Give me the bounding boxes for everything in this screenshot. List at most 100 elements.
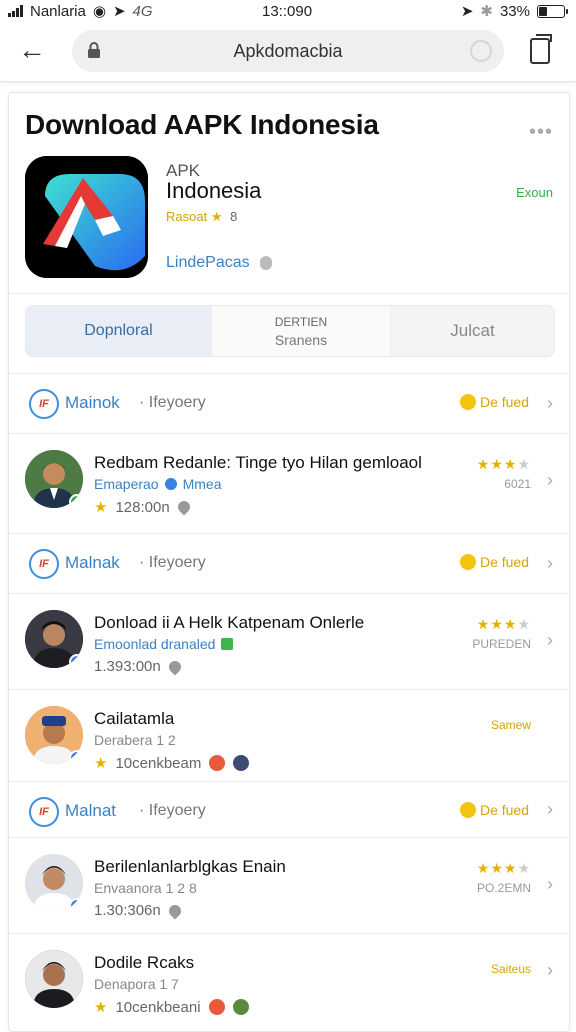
- chevron-right-icon[interactable]: ›: [547, 960, 553, 981]
- chevron-right-icon[interactable]: ›: [547, 630, 553, 651]
- rating-count: PUREDEN: [472, 637, 531, 651]
- list-item[interactable]: Cailatamla Derabera 1 2 ★ 10cenkbeam Same…: [9, 689, 569, 781]
- item-meta: 1.30:306n: [94, 902, 184, 919]
- emoji-icon: [208, 999, 225, 1015]
- badge-dot-icon: [459, 802, 476, 818]
- item-tag: Saiteus: [490, 962, 531, 976]
- item-title: Redbam Redanle: Tinge tyo Hilan gemloaol: [94, 453, 422, 472]
- item-subtitle: Emaperao Mmea: [94, 476, 222, 492]
- address-bar[interactable]: Apkdomacbia: [72, 30, 504, 72]
- rating-count: 6021: [504, 477, 531, 491]
- chevron-right-icon[interactable]: ›: [547, 553, 553, 574]
- item-meta: 1.393:00n: [94, 658, 184, 675]
- chevron-right-icon[interactable]: ›: [547, 393, 553, 414]
- chevron-right-icon[interactable]: ›: [547, 470, 553, 491]
- app-rating: Rasoat ★ 8: [166, 209, 238, 224]
- emoji-icon: [233, 755, 250, 771]
- rating-count: PO.2EMN: [476, 881, 531, 895]
- tab-details[interactable]: DERTIEN Sranens: [211, 306, 391, 356]
- more-options-icon[interactable]: •••: [529, 121, 553, 144]
- item-title: Cailatamla: [94, 709, 175, 728]
- star-icon: ★: [94, 999, 108, 1016]
- verified-icon: [69, 654, 83, 668]
- shield-icon: [221, 638, 234, 650]
- verified-icon: [69, 750, 83, 764]
- tab-julcat[interactable]: Julcat: [391, 306, 554, 356]
- item-title: Dodile Rcaks: [94, 953, 195, 972]
- list-section-header[interactable]: IF Mainok · Ifeyoery De fued ›: [9, 373, 569, 433]
- item-meta: ★ 10cenkbeam: [94, 754, 250, 772]
- avatar: [25, 450, 83, 508]
- page-content: Download AAPK Indonesia ••• APK Indonesi…: [8, 92, 570, 1032]
- item-subtitle: Denapora 1 7: [94, 976, 179, 992]
- wifi-icon: ◉: [92, 3, 106, 20]
- avatar: [25, 610, 83, 668]
- chevron-right-icon[interactable]: ›: [547, 874, 553, 895]
- app-developer[interactable]: LindePacas: [166, 254, 272, 272]
- status-badge: De fued: [459, 394, 529, 410]
- item-title: Berilenlanlarblgkas Enain: [94, 857, 286, 876]
- item-subtitle: Emoonlad dranaled: [94, 636, 234, 652]
- avatar: [25, 950, 83, 1008]
- status-badge: De fued: [459, 802, 529, 818]
- status-bar: Nanlaria ◉ ➤ 4G 13::090 ➤ ✱ 33%: [0, 0, 576, 22]
- location-icon: ➤: [460, 3, 474, 20]
- heart-icon[interactable]: [166, 658, 184, 675]
- signal-icon: [8, 5, 23, 17]
- site-logo-icon: IF: [29, 549, 59, 579]
- emoji-icon: [209, 755, 226, 771]
- result-list: IF Mainok · Ifeyoery De fued › Redbam Re…: [9, 373, 569, 1029]
- list-section-header[interactable]: IF Malnak · Ifeyoery De fued ›: [9, 533, 569, 593]
- item-subtitle: Envaanora 1 2 8: [94, 880, 197, 896]
- status-badge: De fued: [459, 554, 529, 570]
- badge-dot-icon: [459, 554, 476, 570]
- item-tag: Samew: [490, 718, 531, 732]
- list-item[interactable]: Redbam Redanle: Tinge tyo Hilan gemloaol…: [9, 433, 569, 533]
- carrier-label: Nanlaria: [30, 2, 86, 20]
- battery-icon: [537, 4, 568, 18]
- heart-icon[interactable]: [166, 902, 184, 919]
- star-icon: ★: [94, 755, 108, 772]
- tab-download[interactable]: Dopnloral: [26, 306, 211, 356]
- back-arrow-icon[interactable]: ←: [18, 36, 50, 66]
- bluetooth-icon: ✱: [480, 3, 493, 20]
- site-logo-icon: IF: [29, 389, 59, 419]
- location-icon: ➤: [112, 3, 126, 20]
- item-subtitle: Derabera 1 2: [94, 732, 176, 748]
- page-title: Download AAPK Indonesia: [25, 109, 379, 140]
- list-item[interactable]: Dodile Rcaks Denapora 1 7 ★ 10cenkbeani S…: [9, 933, 569, 1029]
- location-pin-icon: [259, 256, 272, 270]
- tabs-icon[interactable]: [530, 34, 552, 64]
- site-logo-icon: IF: [29, 797, 59, 827]
- avatar: [25, 706, 83, 764]
- app-icon: [25, 156, 148, 278]
- battery-percent: 33%: [499, 2, 530, 20]
- list-item[interactable]: Donload ii A Helk Katpenam Onlerle Emoon…: [9, 593, 569, 689]
- rating-stars: ★★★★: [476, 860, 531, 876]
- app-name: Indonesia: [166, 178, 262, 203]
- badge-dot-icon: [459, 394, 476, 410]
- avatar: [25, 854, 83, 912]
- app-action-link[interactable]: Exoun: [516, 185, 553, 200]
- browser-toolbar: ← Apkdomacbia: [0, 22, 576, 82]
- url-text: Apkdomacbia: [233, 40, 343, 61]
- list-section-header[interactable]: IF Malnat · Ifeyoery De fued ›: [9, 781, 569, 837]
- network-label: 4G: [132, 2, 153, 20]
- star-icon: ★: [94, 499, 108, 516]
- divider: [9, 293, 569, 294]
- info-icon: [164, 478, 177, 490]
- star-icon: ★: [210, 209, 223, 224]
- rating-stars: ★★★★: [476, 456, 531, 472]
- list-item[interactable]: Berilenlanlarblgkas Enain Envaanora 1 2 …: [9, 837, 569, 933]
- rating-stars: ★★★★: [476, 616, 531, 632]
- segmented-tabs: Dopnloral DERTIEN Sranens Julcat: [25, 305, 555, 357]
- chevron-right-icon[interactable]: ›: [547, 799, 553, 820]
- verified-icon: [69, 494, 83, 508]
- heart-icon[interactable]: [175, 498, 193, 516]
- reload-icon[interactable]: [470, 40, 492, 62]
- emoji-icon: [232, 999, 249, 1015]
- lock-icon: [88, 42, 100, 58]
- item-title: Donload ii A Helk Katpenam Onlerle: [94, 613, 365, 632]
- clock: 13::090: [262, 2, 313, 20]
- verified-icon: [69, 898, 83, 912]
